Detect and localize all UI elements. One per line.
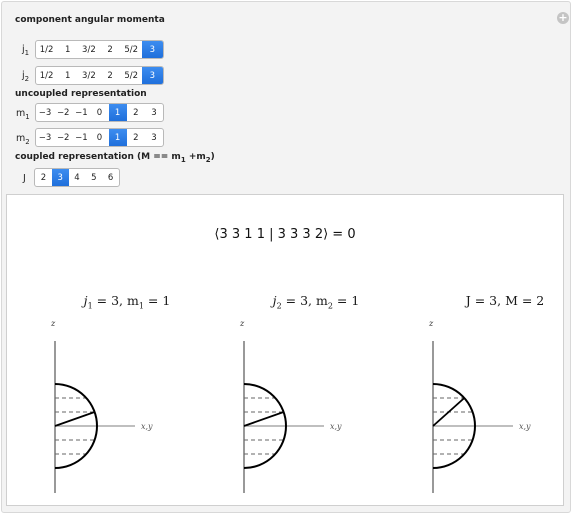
J-option[interactable]: 4 [69, 169, 86, 186]
j2-label: j2 [22, 70, 30, 83]
j2-option[interactable]: 2 [99, 67, 120, 84]
axis-z-label: z [239, 319, 245, 328]
angular-momentum-vector [54, 411, 95, 427]
plot-j1: j1 = 3, m1 = 1 z x,y [42, 293, 212, 493]
clebsch-gordan-coefficient: ⟨3 3 1 1 | 3 3 3 2⟩ = 0 [214, 227, 356, 242]
m1-option[interactable]: −3 [36, 104, 54, 121]
j1-option[interactable]: 1/2 [36, 41, 57, 58]
m2-label: m2 [16, 133, 30, 146]
m2-option[interactable]: 2 [127, 129, 145, 146]
m1-option[interactable]: 2 [127, 104, 145, 121]
J-option[interactable]: 2 [35, 169, 52, 186]
j2-option[interactable]: 1 [57, 67, 78, 84]
m2-option[interactable]: −2 [54, 129, 72, 146]
J-option[interactable]: 3 [51, 169, 69, 186]
j2-option[interactable]: 3 [141, 67, 163, 84]
J-label: J [23, 173, 26, 184]
axis-z-label: z [428, 319, 434, 328]
j1-option[interactable]: 3/2 [78, 41, 99, 58]
vector-model-diagram: z x,y [428, 319, 531, 493]
j2-setter-bar: 1/2 1 3/2 2 5/2 3 [35, 66, 164, 85]
plot-title: j2 = 3, m2 = 1 [272, 293, 360, 311]
m1-option[interactable]: 1 [108, 104, 127, 121]
m2-option[interactable]: −1 [72, 129, 90, 146]
plot-title: J = 3, M = 2 [465, 293, 545, 308]
angular-momentum-vector [432, 397, 465, 427]
m1-label: m1 [16, 108, 30, 121]
J-option[interactable]: 5 [85, 169, 102, 186]
m1-option[interactable]: 0 [90, 104, 108, 121]
plot-J: J = 3, M = 2 z x,y [420, 293, 572, 493]
angular-momentum-vector [243, 411, 284, 427]
j1-label: j1 [22, 44, 30, 57]
m1-setter-bar: −3 −2 −1 0 1 2 3 [35, 103, 164, 122]
j2-option[interactable]: 1/2 [36, 67, 57, 84]
m1-option[interactable]: 3 [145, 104, 163, 121]
m2-option[interactable]: −3 [36, 129, 54, 146]
m2-option[interactable]: 0 [90, 129, 108, 146]
vector-model-diagram: z x,y [50, 319, 153, 493]
m2-setter-bar: −3 −2 −1 0 1 2 3 [35, 128, 164, 147]
axis-xy-label: x,y [330, 422, 342, 431]
j1-setter-bar: 1/2 1 3/2 2 5/2 3 [35, 40, 164, 59]
j2-option[interactable]: 5/2 [121, 67, 142, 84]
axis-xy-label: x,y [141, 422, 153, 431]
m1-option[interactable]: −1 [72, 104, 90, 121]
section-uncoupled-representation: uncoupled representation [15, 89, 147, 99]
section-component-angular-momenta: component angular momenta [15, 15, 165, 25]
m2-option[interactable]: 3 [145, 129, 163, 146]
m2-option[interactable]: 1 [108, 129, 127, 146]
j1-option[interactable]: 1 [57, 41, 78, 58]
axis-xy-label: x,y [519, 422, 531, 431]
J-option[interactable]: 6 [102, 169, 119, 186]
j1-option[interactable]: 2 [99, 41, 120, 58]
j2-option[interactable]: 3/2 [78, 67, 99, 84]
j1-option[interactable]: 3 [141, 41, 163, 58]
vector-model-diagram: z x,y [239, 319, 342, 493]
J-setter-bar: 23456 [34, 168, 120, 187]
section-coupled-representation: coupled representation (M == m1 +m2) [15, 152, 215, 164]
j1-option[interactable]: 5/2 [121, 41, 142, 58]
plus-circle-icon[interactable]: + [557, 12, 569, 24]
output-pane: ⟨3 3 1 1 | 3 3 3 2⟩ = 0 j1 = 3, m1 = 1 z x… [6, 194, 564, 506]
plot-j2: j2 = 3, m2 = 1 z x,y [231, 293, 401, 493]
axis-z-label: z [50, 319, 56, 328]
plot-title: j1 = 3, m1 = 1 [83, 293, 171, 311]
m1-option[interactable]: −2 [54, 104, 72, 121]
